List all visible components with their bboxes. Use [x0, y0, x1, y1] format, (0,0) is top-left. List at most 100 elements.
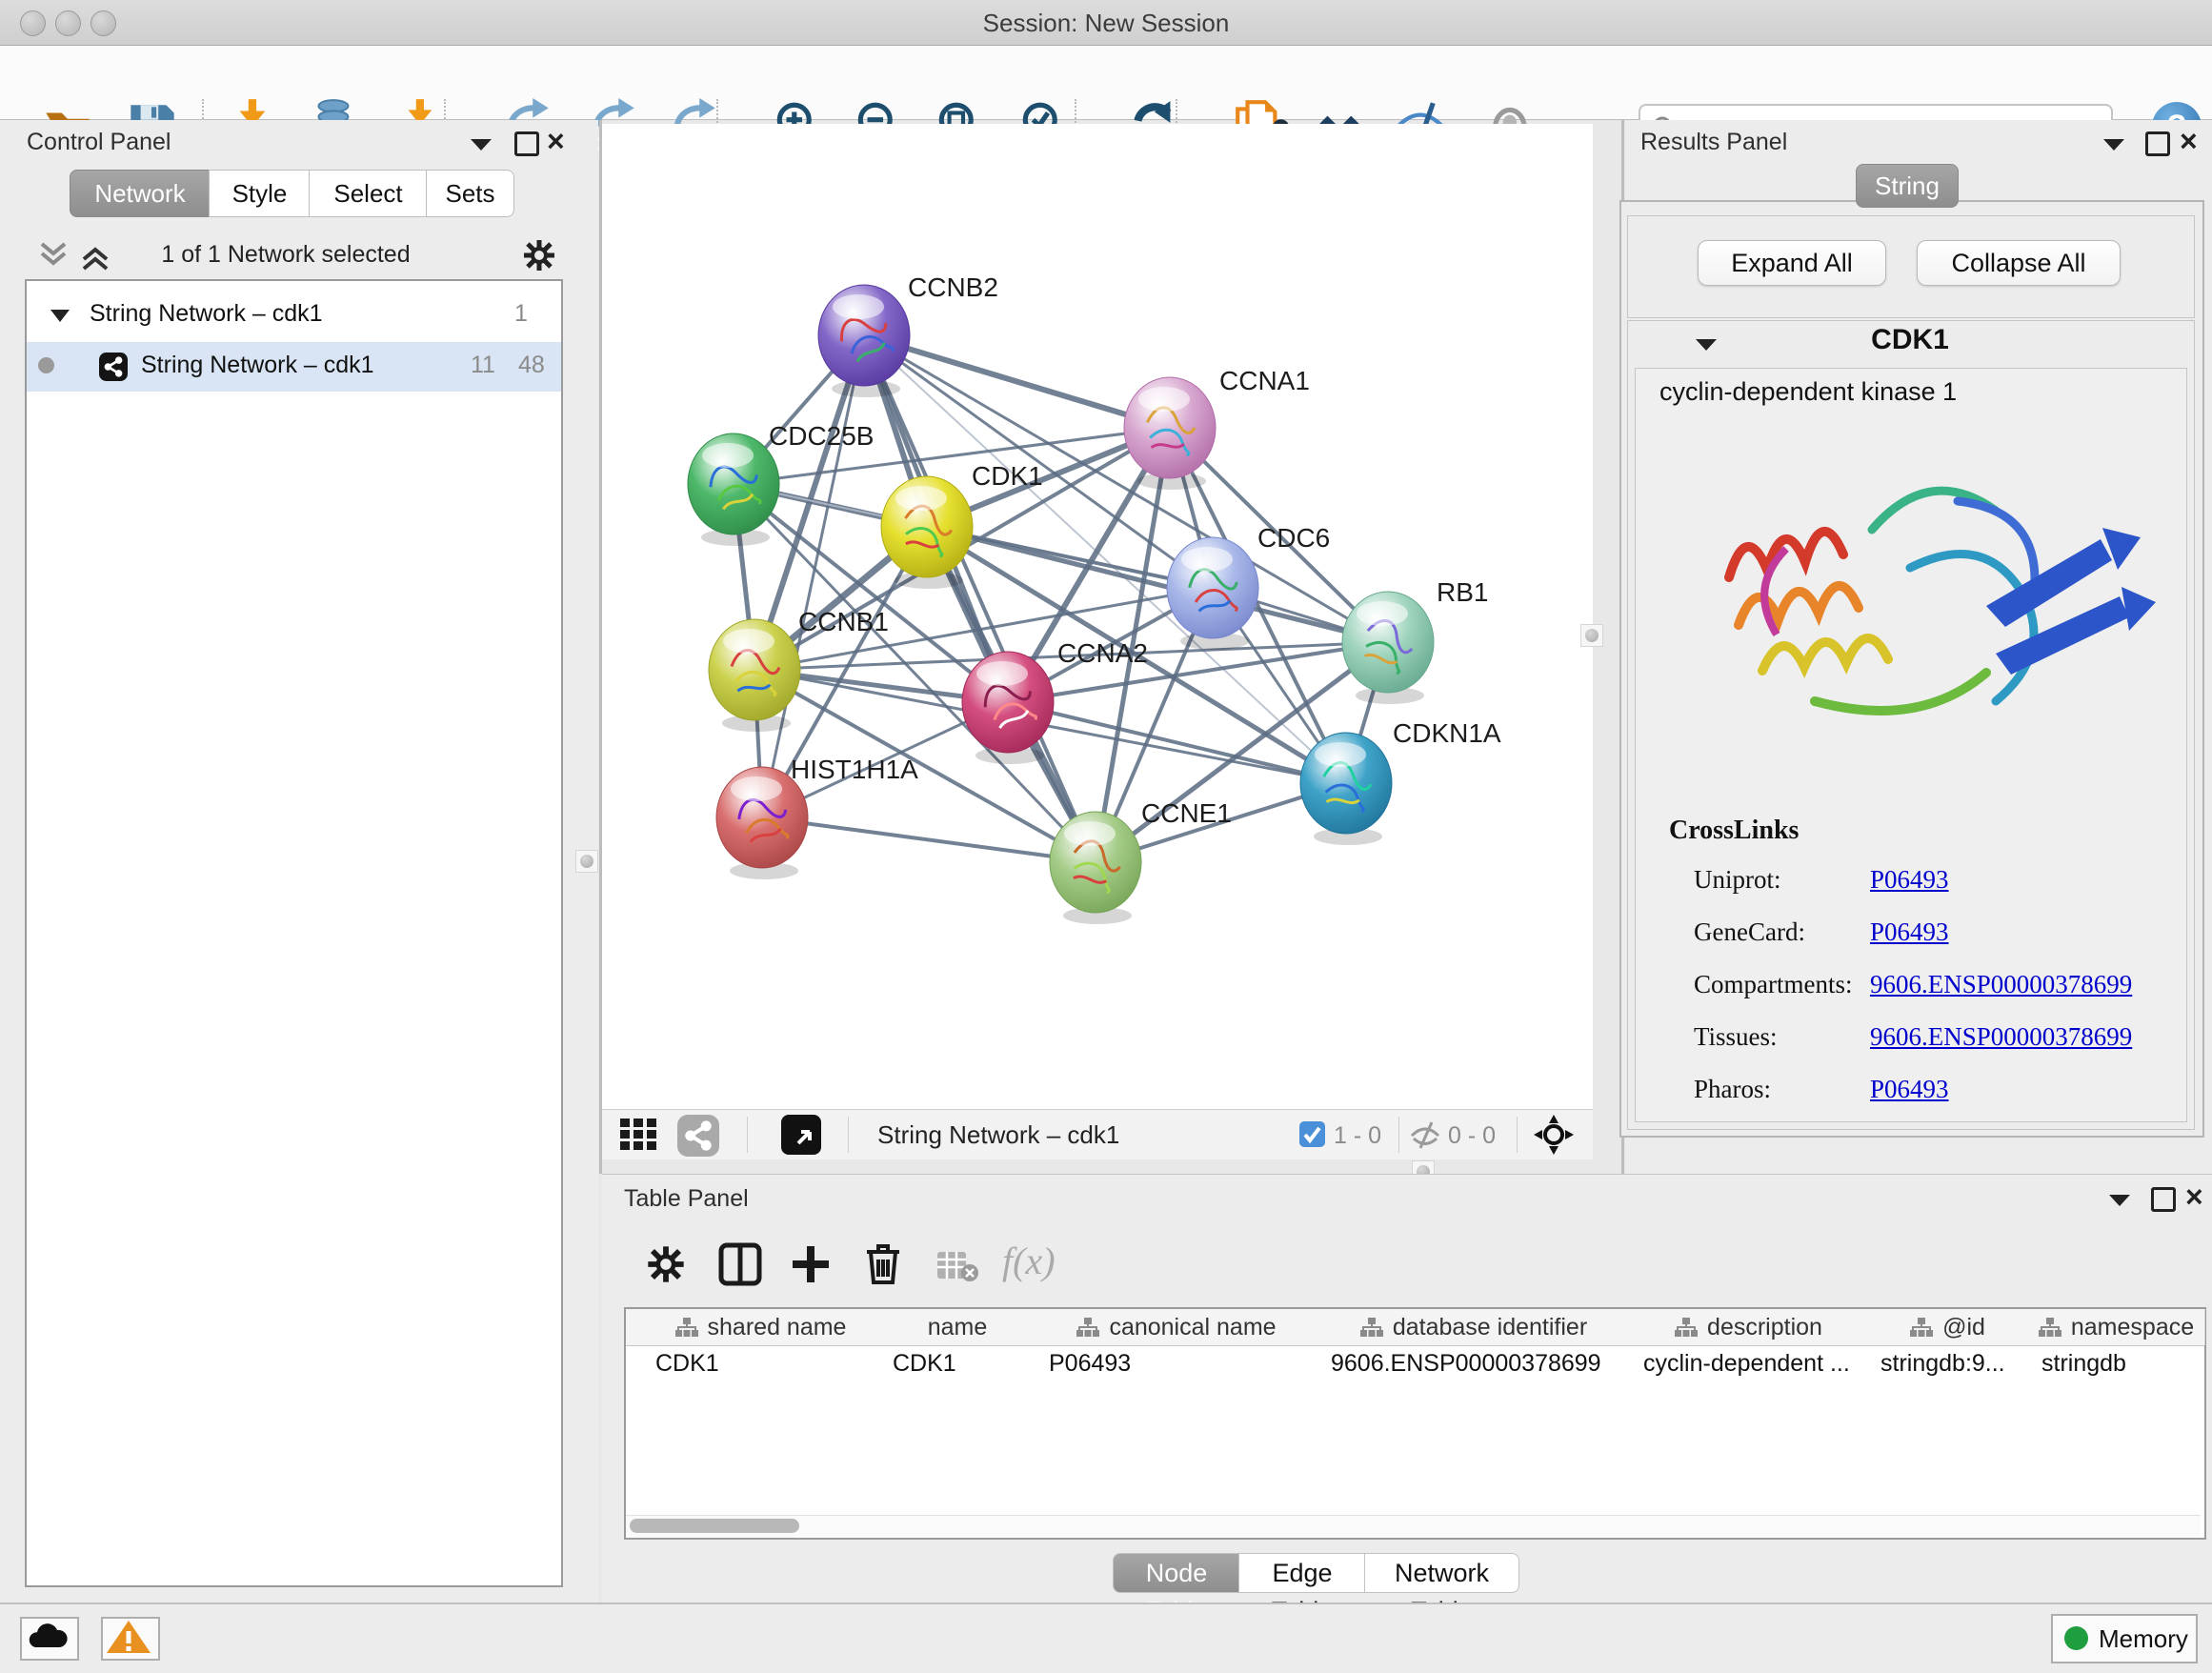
tab-node-table[interactable]: Node Table — [1113, 1553, 1240, 1593]
memory-button[interactable]: Memory — [2051, 1614, 2198, 1663]
warning-icon — [103, 1619, 154, 1655]
results-panel-collapse-icon[interactable] — [2101, 135, 2126, 152]
gene-description: cyclin-dependent kinase 1 — [1659, 377, 1957, 407]
network-node-ccne1[interactable] — [1050, 812, 1141, 924]
tab-sets[interactable]: Sets — [426, 170, 514, 217]
tab-edge-table[interactable]: Edge Table — [1238, 1553, 1366, 1593]
table-cell[interactable]: stringdb — [2028, 1345, 2204, 1381]
control-panel-title: Control Panel — [27, 129, 171, 156]
network-list: String Network – cdk1 1 String Network –… — [25, 279, 563, 1587]
table-cell[interactable]: 9606.ENSP00000378699 — [1317, 1345, 1630, 1381]
crosslink-link[interactable]: P06493 — [1870, 865, 1949, 895]
tab-network[interactable]: Network — [70, 170, 211, 217]
window-title: Session: New Session — [0, 9, 2212, 38]
table-panel-float-icon[interactable] — [2151, 1187, 2176, 1212]
network-edge[interactable] — [762, 817, 1096, 862]
column-header-shared-name[interactable]: shared name — [642, 1309, 880, 1345]
memory-status-dot — [2064, 1626, 2088, 1650]
network-node-cdc25b[interactable] — [688, 433, 779, 546]
table-panel-close-icon[interactable]: × — [2185, 1179, 2203, 1215]
table-cell[interactable]: CDK1 — [642, 1345, 879, 1381]
network-thumbnail-icon[interactable] — [677, 1115, 719, 1157]
birdseye-icon[interactable] — [1534, 1115, 1574, 1155]
collapse-all-button[interactable]: Collapse All — [1917, 240, 2121, 286]
selected-count: 1 - 0 — [1334, 1122, 1381, 1150]
main-toolbar: ? — [0, 46, 2212, 120]
column-header-namespace[interactable]: namespace — [2028, 1309, 2205, 1345]
node-label-cdkn1a: CDKN1A — [1393, 718, 1501, 748]
results-panel-float-icon[interactable] — [2145, 131, 2170, 156]
selected-checkbox-icon[interactable] — [1299, 1121, 1325, 1147]
node-label-ccne1: CCNE1 — [1141, 798, 1232, 828]
network-status-dot — [38, 357, 54, 373]
tab-string[interactable]: String — [1856, 164, 1959, 208]
delete-table-icon[interactable] — [935, 1248, 979, 1282]
network-label: String Network – cdk1 — [141, 352, 374, 379]
table-gear-icon[interactable] — [646, 1244, 686, 1284]
grid-view-icon[interactable] — [618, 1117, 666, 1153]
collapse-all-icon[interactable] — [36, 240, 70, 272]
network-selected-status: 1 of 1 Network selected — [114, 241, 457, 269]
node-label-cdk1: CDK1 — [972, 461, 1043, 491]
add-column-icon[interactable] — [789, 1242, 833, 1286]
right-splitter-handle[interactable] — [1580, 624, 1603, 647]
crosslink-link[interactable]: 9606.ENSP00000378699 — [1870, 970, 2132, 999]
network-node-count: 11 — [471, 352, 495, 379]
column-header-description[interactable]: description — [1630, 1309, 1868, 1345]
crosslink-link[interactable]: P06493 — [1870, 917, 1949, 947]
control-panel-close-icon[interactable]: × — [547, 124, 565, 159]
left-splitter-handle[interactable] — [575, 850, 598, 873]
control-panel-float-icon[interactable] — [514, 131, 539, 156]
node-label-cdc25b: CDC25B — [769, 421, 874, 451]
control-panel-collapse-icon[interactable] — [469, 135, 493, 152]
gear-icon[interactable] — [522, 238, 556, 272]
open-in-window-icon[interactable] — [781, 1115, 821, 1155]
tree-expand-icon[interactable] — [50, 308, 70, 323]
table-cell[interactable]: P06493 — [1036, 1345, 1317, 1381]
column-header-name[interactable]: name — [879, 1309, 1036, 1345]
cloud-icon — [22, 1619, 73, 1655]
toolbar-separator — [747, 1117, 748, 1153]
network-view-title: String Network – cdk1 — [877, 1120, 1119, 1150]
table-cell[interactable]: CDK1 — [879, 1345, 1036, 1381]
column-header-database-identifier[interactable]: database identifier — [1317, 1309, 1631, 1345]
table-hscrollbar-track[interactable] — [626, 1515, 2201, 1537]
crosslink-link[interactable]: P06493 — [1870, 1075, 1949, 1104]
show-columns-icon[interactable] — [718, 1242, 762, 1286]
network-canvas[interactable]: CCNB2 CCNA1 CDC25B CDK1 — [602, 124, 1593, 1109]
toolbar-separator — [1398, 1117, 1399, 1153]
network-node-ccna1[interactable] — [1124, 377, 1216, 490]
table-cell[interactable]: stringdb:9... — [1867, 1345, 2028, 1381]
cloud-button[interactable] — [20, 1617, 79, 1661]
results-panel-title: Results Panel — [1640, 129, 1787, 156]
crosslinks-title: CrossLinks — [1669, 816, 1799, 846]
network-row-selected[interactable]: String Network – cdk1 11 48 — [27, 342, 561, 392]
warning-button[interactable] — [101, 1617, 160, 1661]
column-header--id[interactable]: @id — [1867, 1309, 2029, 1345]
expand-all-icon[interactable] — [78, 240, 112, 272]
network-node-ccnb2[interactable] — [818, 285, 910, 397]
network-node-rb1[interactable] — [1342, 592, 1434, 704]
results-panel-close-icon[interactable]: × — [2180, 124, 2198, 159]
network-collection-row[interactable]: String Network – cdk1 1 — [27, 292, 561, 342]
node-label-hist1h1a: HIST1H1A — [791, 755, 918, 784]
function-builder-icon[interactable]: f(x) — [1002, 1239, 1056, 1283]
expand-all-button[interactable]: Expand All — [1698, 240, 1886, 286]
network-node-cdkn1a[interactable] — [1300, 733, 1392, 845]
tab-network-table[interactable]: Network Table — [1364, 1553, 1519, 1593]
tab-style[interactable]: Style — [209, 170, 311, 217]
network-node-ccnb1[interactable] — [709, 619, 800, 732]
delete-column-icon[interactable] — [861, 1240, 905, 1286]
crosslink-label: GeneCard: — [1694, 917, 1805, 947]
column-header-canonical-name[interactable]: canonical name — [1036, 1309, 1318, 1345]
table-cell[interactable]: cyclin-dependent ... — [1630, 1345, 1867, 1381]
tab-select[interactable]: Select — [309, 170, 428, 217]
network-edge[interactable] — [864, 335, 1170, 428]
gene-name[interactable]: CDK1 — [1627, 324, 2193, 356]
table-hscrollbar-thumb[interactable] — [630, 1519, 799, 1533]
collection-count: 1 — [514, 300, 528, 328]
string-app-icon — [99, 353, 128, 381]
table-panel-collapse-icon[interactable] — [2107, 1191, 2132, 1208]
crosslink-link[interactable]: 9606.ENSP00000378699 — [1870, 1022, 2132, 1052]
hidden-eye-icon[interactable] — [1408, 1119, 1442, 1151]
